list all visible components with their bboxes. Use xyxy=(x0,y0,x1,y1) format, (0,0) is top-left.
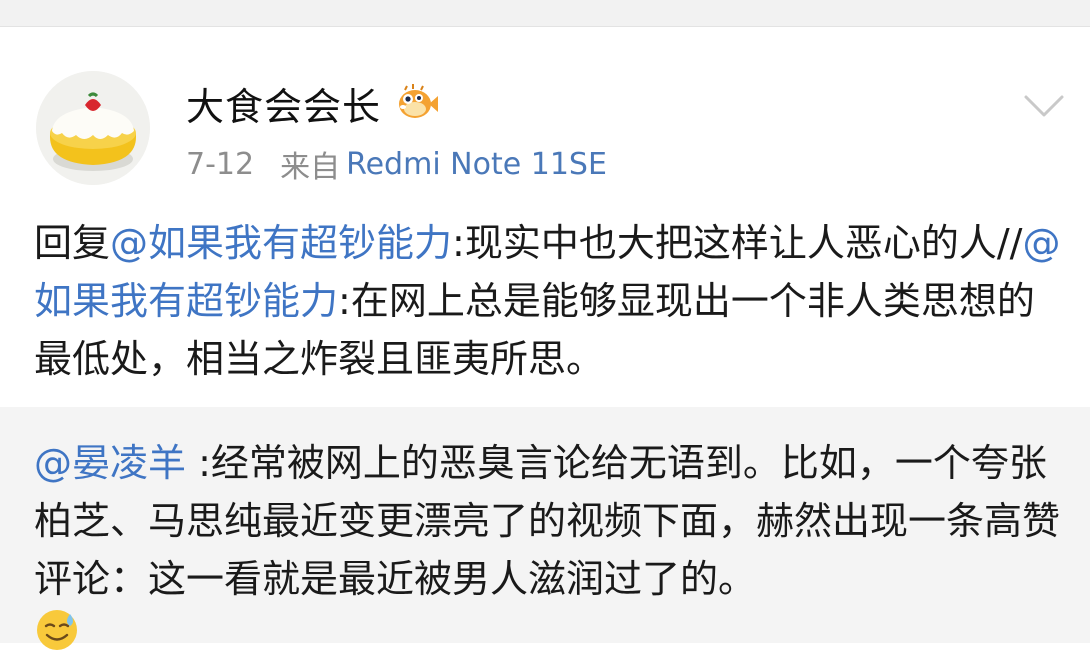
quoted-text-content: :经常被网上的恶臭言论给无语到。比如，一个夸张柏芝、马思纯最近变更漂亮了的视频下… xyxy=(34,441,1061,601)
top-divider-strip xyxy=(0,0,1090,27)
reply-prefix: 回复 xyxy=(34,221,111,265)
post-device-link[interactable]: Redmi Note 11SE xyxy=(346,147,607,182)
post-date: 7-12 xyxy=(186,146,255,182)
post-text: 回复@如果我有超钞能力:现实中也大把这样让人恶心的人//@如果我有超钞能力:在网… xyxy=(34,214,1064,388)
cake-avatar-icon xyxy=(36,71,150,185)
chevron-down-icon[interactable] xyxy=(1022,83,1066,127)
post-meta: 7-12 来自 Redmi Note 11SE xyxy=(186,142,607,186)
quoted-author-mention[interactable]: @晏凌羊 xyxy=(34,441,186,485)
author-name[interactable]: 大食会会长 xyxy=(186,76,381,131)
quoted-text: @晏凌羊 :经常被网上的恶臭言论给无语到。比如，一个夸张柏芝、马思纯最近变更漂亮… xyxy=(34,434,1064,608)
author-row: 大食会会长 xyxy=(186,77,439,129)
post-source-label: 来自 xyxy=(280,150,341,185)
weibo-post: 大食会会长 7-12 来自 Redmi Note 11SE 回复@如果我有超钞能… xyxy=(0,27,1090,407)
pufferfish-badge-icon[interactable] xyxy=(395,83,439,123)
user-avatar[interactable] xyxy=(36,71,150,185)
post-text-segment: :现实中也大把这样让人恶心的人// xyxy=(452,221,1023,265)
sweat-smile-emoji-icon xyxy=(37,610,77,650)
quoted-post[interactable]: @晏凌羊 :经常被网上的恶臭言论给无语到。比如，一个夸张柏芝、马思纯最近变更漂亮… xyxy=(0,407,1090,650)
mention-link[interactable]: @如果我有超钞能力 xyxy=(110,221,452,265)
